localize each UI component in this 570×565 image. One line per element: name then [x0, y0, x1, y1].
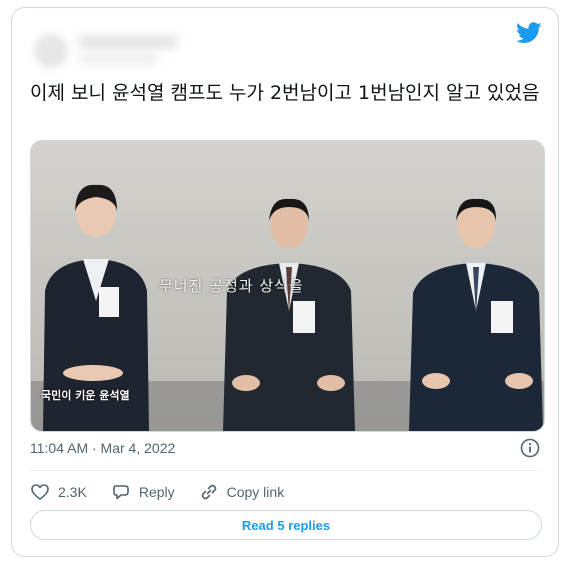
copy-link-label: Copy link	[226, 484, 285, 500]
copy-link-button[interactable]: Copy link	[199, 482, 285, 502]
author-name-blurred	[78, 36, 178, 48]
tweet-media-image[interactable]: 무너진 공정과 상식을 국민이 키운 윤석열	[30, 140, 545, 432]
reply-label: Reply	[138, 484, 175, 500]
heart-icon	[31, 484, 49, 500]
media-subtitle: 무너진 공정과 상식을	[159, 277, 304, 295]
read-replies-button[interactable]: Read 5 replies	[30, 510, 542, 540]
twitter-bird-icon[interactable]	[516, 22, 542, 44]
like-count: 2.3K	[58, 484, 87, 500]
tweet-card: 이제 보니 윤석열 캠프도 누가 2번남이고 1번남인지 알고 있었음 무너진 …	[11, 7, 559, 557]
reply-button[interactable]: Reply	[111, 482, 175, 502]
tweet-timestamp[interactable]: 11:04 AM · Mar 4, 2022	[30, 440, 175, 456]
tweet-text: 이제 보니 윤석열 캠프도 누가 2번남이고 1번남인지 알고 있었음	[30, 82, 540, 104]
media-caption: 국민이 키운 윤석열	[41, 389, 130, 402]
author-blurred[interactable]	[34, 28, 184, 74]
like-button[interactable]: 2.3K	[30, 482, 87, 502]
divider	[30, 470, 540, 471]
reply-bubble-icon	[113, 485, 129, 500]
avatar[interactable]	[34, 34, 68, 68]
author-handle-blurred	[78, 54, 158, 64]
info-icon[interactable]	[520, 438, 540, 458]
tweet-actions: 2.3K Reply Copy link	[30, 480, 308, 504]
link-icon	[201, 484, 216, 500]
